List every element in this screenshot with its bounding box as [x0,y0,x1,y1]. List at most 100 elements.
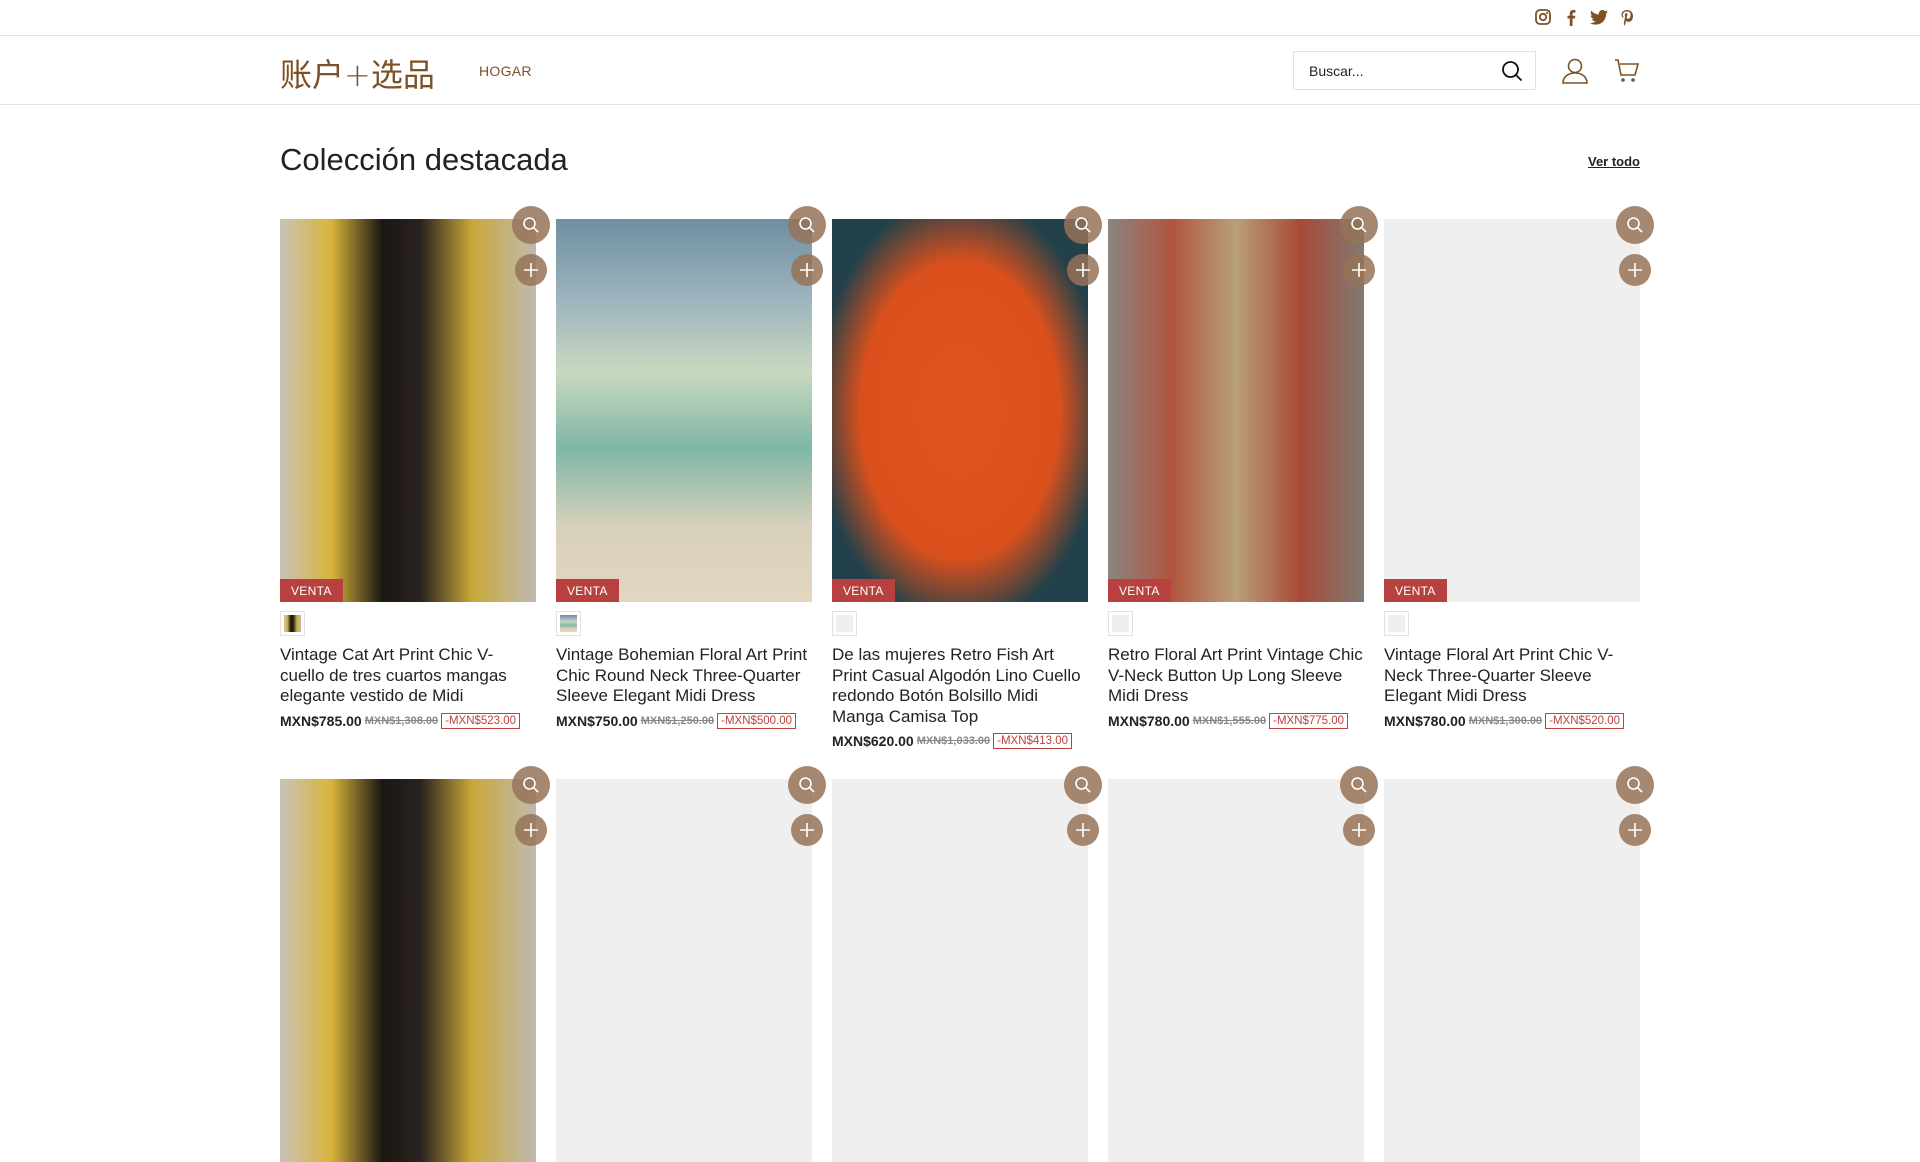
product-card[interactable] [1108,766,1378,1162]
add-to-cart-button[interactable] [1619,814,1651,846]
instagram-icon[interactable] [1534,8,1552,26]
add-to-cart-button[interactable] [1067,254,1099,286]
product-card[interactable]: VENTA Vintage Bohemian Floral Art Print C… [556,206,826,729]
quick-view-button[interactable] [1340,206,1378,244]
sale-badge: VENTA [556,579,619,602]
nav-item-hogar[interactable]: HOGAR [479,63,532,79]
compare-price: MXN$1,555.00 [1192,714,1267,727]
sale-price: MXN$780.00 [1108,712,1190,729]
compare-price: MXN$1,250.00 [640,714,715,727]
quick-view-button[interactable] [1064,206,1102,244]
product-image[interactable] [556,766,826,1162]
plus-icon [800,263,814,277]
twitter-icon[interactable] [1590,8,1608,26]
sale-badge: VENTA [1108,579,1171,602]
product-image[interactable] [832,766,1102,1162]
product-image[interactable] [1108,766,1378,1162]
price-row: MXN$620.00 MXN$1,033.00 -MXN$413.00 [832,733,1088,749]
sale-price: MXN$620.00 [832,733,914,749]
product-image[interactable]: VENTA [556,206,826,602]
product-image[interactable] [1384,766,1654,1162]
add-to-cart-button[interactable] [1343,814,1375,846]
sale-price: MXN$785.00 [280,712,362,729]
compare-price: MXN$1,308.00 [364,714,439,727]
cart-icon[interactable] [1614,58,1640,89]
pinterest-icon[interactable] [1618,8,1636,26]
search-icon[interactable] [1501,60,1523,87]
product-card[interactable]: VENTA Vintage Cat Art Print Chic V-cuello… [280,206,550,729]
search-icon [799,217,815,233]
add-to-cart-button[interactable] [1619,254,1651,286]
view-all-link[interactable]: Ver todo [1588,154,1640,169]
color-swatch[interactable] [832,611,857,636]
price-row: MXN$780.00 MXN$1,555.00 -MXN$775.00 [1108,712,1364,729]
add-to-cart-button[interactable] [791,814,823,846]
sale-price: MXN$750.00 [556,712,638,729]
quick-view-button[interactable] [788,766,826,804]
product-image[interactable]: VENTA [280,206,550,602]
quick-view-button[interactable] [1340,766,1378,804]
plus-icon [524,263,538,277]
price-row: MXN$750.00 MXN$1,250.00 -MXN$500.00 [556,712,812,729]
add-to-cart-button[interactable] [515,814,547,846]
plus-icon [1628,823,1642,837]
quick-view-button[interactable] [1064,766,1102,804]
sale-price: MXN$780.00 [1384,712,1466,729]
plus-icon [524,823,538,837]
product-card[interactable] [832,766,1102,1162]
plus-icon [1076,263,1090,277]
quick-view-button[interactable] [1616,206,1654,244]
color-swatch[interactable] [556,611,581,636]
search-input[interactable] [1309,62,1489,79]
site-logo[interactable]: 账户+选品 [280,50,435,96]
product-image[interactable]: VENTA [1384,206,1654,602]
add-to-cart-button[interactable] [1343,254,1375,286]
social-links [1534,8,1636,26]
product-image[interactable] [280,766,550,1162]
product-card[interactable]: VENTA De las mujeres Retro Fish Art Print… [832,206,1102,749]
saving-badge: -MXN$413.00 [993,733,1073,749]
account-icon[interactable] [1562,58,1588,89]
product-card[interactable]: VENTA Vintage Floral Art Print Chic V-Nec… [1384,206,1654,729]
product-title[interactable]: Retro Floral Art Print Vintage Chic V-Ne… [1108,645,1364,707]
search-icon [1627,777,1643,793]
quick-view-button[interactable] [788,206,826,244]
add-to-cart-button[interactable] [515,254,547,286]
saving-badge: -MXN$500.00 [717,712,797,729]
product-title[interactable]: Vintage Cat Art Print Chic V-cuello de t… [280,645,536,707]
product-title[interactable]: Vintage Bohemian Floral Art Print Chic R… [556,645,812,707]
compare-price: MXN$1,033.00 [916,735,991,747]
search-icon [1627,217,1643,233]
product-image[interactable]: VENTA [1108,206,1378,602]
search-icon [523,217,539,233]
section-title: Colección destacada [280,142,568,177]
color-swatch[interactable] [1108,611,1133,636]
color-swatch[interactable] [1384,611,1409,636]
price-row: MXN$780.00 MXN$1,300.00 -MXN$520.00 [1384,712,1640,729]
product-image[interactable]: VENTA [832,206,1102,602]
product-title[interactable]: De las mujeres Retro Fish Art Print Casu… [832,645,1088,727]
search-icon [1075,217,1091,233]
quick-view-button[interactable] [512,766,550,804]
add-to-cart-button[interactable] [1067,814,1099,846]
quick-view-button[interactable] [1616,766,1654,804]
saving-badge: -MXN$775.00 [1269,712,1349,729]
add-to-cart-button[interactable] [791,254,823,286]
product-card[interactable] [1384,766,1654,1162]
product-title[interactable]: Vintage Floral Art Print Chic V-Neck Thr… [1384,645,1640,707]
facebook-icon[interactable] [1562,8,1580,26]
plus-icon [800,823,814,837]
price-row: MXN$785.00 MXN$1,308.00 -MXN$523.00 [280,712,536,729]
quick-view-button[interactable] [512,206,550,244]
compare-price: MXN$1,300.00 [1468,714,1543,727]
product-card[interactable]: VENTA Retro Floral Art Print Vintage Chic… [1108,206,1378,729]
site-header: 账户+选品 HOGAR [0,36,1920,105]
product-card[interactable] [556,766,826,1162]
search-icon [1351,777,1367,793]
search-icon [523,777,539,793]
saving-badge: -MXN$520.00 [1545,712,1625,729]
plus-icon [1076,823,1090,837]
color-swatch[interactable] [280,611,305,636]
top-bar [0,0,1920,36]
product-card[interactable] [280,766,550,1162]
